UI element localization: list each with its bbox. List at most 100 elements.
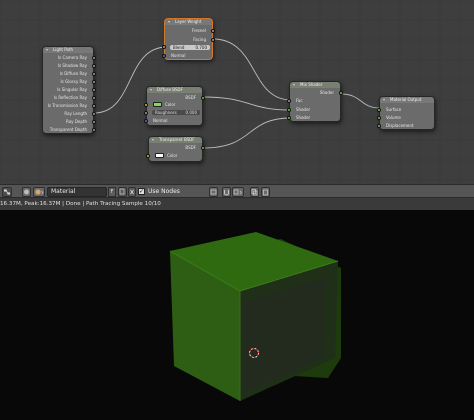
blend-value: 0.700 xyxy=(195,45,207,50)
magnet-icon xyxy=(224,190,229,196)
output-is-glossy-ray: Is Glossy Ray xyxy=(60,79,87,84)
mix-shader-header[interactable]: ▾ Mix Shader xyxy=(290,82,340,88)
material-browse-button[interactable] xyxy=(33,187,45,197)
transparent-bsdf-node[interactable]: ▾ Transparent BSDF BSDF Color xyxy=(146,136,205,162)
header-expand-toggle[interactable] xyxy=(14,187,19,197)
paste-nodes-button[interactable] xyxy=(261,187,270,197)
socket-is-camera-ray[interactable] xyxy=(92,56,96,60)
socket-ray-length[interactable] xyxy=(92,112,96,116)
socket-is-singular-ray[interactable] xyxy=(92,88,96,92)
socket-transparent-color-input[interactable] xyxy=(146,154,150,158)
material-output-node[interactable]: ▾ Material Output Surface Volume Displac… xyxy=(377,96,435,130)
transparent-bsdf-header[interactable]: ▾ Transparent BSDF xyxy=(149,137,202,143)
output-is-transmission-ray: Is Transmission Ray xyxy=(47,103,87,108)
use-nodes-checkbox[interactable]: ✓ xyxy=(138,188,145,195)
mix-shader-title: Mix Shader xyxy=(300,82,323,87)
fake-user-button[interactable]: F xyxy=(108,187,116,197)
socket-facing[interactable] xyxy=(211,38,215,42)
diffuse-bsdf-node[interactable]: ▾ Diffuse BSDF BSDF Color Roughness 0.00… xyxy=(144,86,205,126)
roughness-label: Roughness xyxy=(155,110,177,115)
output-is-shadow-ray: Is Shadow Ray xyxy=(57,63,87,68)
material-sphere-icon xyxy=(35,189,44,195)
socket-diffuse-color-input[interactable] xyxy=(144,103,148,107)
socket-is-shadow-ray[interactable] xyxy=(92,64,96,68)
use-nodes-label: Use Nodes xyxy=(148,188,180,195)
input-fac: Fac xyxy=(296,98,303,103)
socket-mix-shader-output[interactable] xyxy=(339,91,343,95)
collapse-arrow-icon[interactable]: ▾ xyxy=(150,87,152,93)
node-editor-icon xyxy=(4,189,10,195)
editor-type-menu[interactable] xyxy=(2,187,12,197)
socket-fresnel[interactable] xyxy=(211,29,215,33)
blend-field[interactable]: Blend 0.700 xyxy=(170,45,210,50)
shader-type-button[interactable] xyxy=(22,187,31,197)
material-name-field[interactable]: Material xyxy=(47,187,107,197)
output-ray-length: Ray Length xyxy=(64,111,87,116)
transparent-bsdf-title: Transparent BSDF xyxy=(159,137,195,142)
copy-nodes-button[interactable] xyxy=(250,187,259,197)
mix-shader-node[interactable]: ▾ Mix Shader Shader Fac Shader Shader xyxy=(287,81,343,122)
layer-weight-title: Layer Weight xyxy=(175,19,202,24)
render-status-bar: 16.37M, Peak:16.37M | Done | Path Tracin… xyxy=(0,198,474,210)
snap-type-menu[interactable] xyxy=(232,187,244,197)
socket-surface-input[interactable] xyxy=(377,108,381,112)
socket-fac-input[interactable] xyxy=(287,99,291,103)
input-normal: Normal xyxy=(171,53,186,58)
layer-weight-node[interactable]: ▾ Layer Weight Fresnel Facing Blend 0.70… xyxy=(162,18,215,60)
collapse-arrow-icon[interactable]: ▾ xyxy=(152,137,154,143)
output-is-singular-ray: Is Singular Ray xyxy=(57,87,87,92)
socket-is-glossy-ray[interactable] xyxy=(92,80,96,84)
close-icon xyxy=(130,189,134,195)
collapse-arrow-icon[interactable]: ▾ xyxy=(383,97,385,103)
output-transparent-bsdf: BSDF xyxy=(185,145,196,150)
input-surface: Surface xyxy=(386,107,402,112)
input-volume: Volume xyxy=(386,115,401,120)
light-path-node[interactable]: ▾ Light Path Is Camera Ray Is Shadow Ray… xyxy=(42,46,96,134)
socket-transparent-bsdf-output[interactable] xyxy=(201,146,205,150)
output-fresnel: Fresnel xyxy=(191,28,206,33)
output-is-camera-ray: Is Camera Ray xyxy=(57,55,87,60)
output-bsdf: BSDF xyxy=(185,95,196,100)
socket-is-reflection-ray[interactable] xyxy=(92,96,96,100)
diffuse-bsdf-header[interactable]: ▾ Diffuse BSDF xyxy=(147,87,202,93)
collapse-arrow-icon[interactable]: ▾ xyxy=(293,82,295,88)
socket-volume-input[interactable] xyxy=(377,116,381,120)
socket-displacement-input[interactable] xyxy=(377,124,381,128)
socket-shader-2-input[interactable] xyxy=(287,116,291,120)
light-path-title: Light Path xyxy=(53,47,74,52)
socket-roughness-input[interactable] xyxy=(144,111,148,115)
socket-shader-1-input[interactable] xyxy=(287,108,291,112)
socket-blend-input[interactable] xyxy=(162,45,166,49)
socket-diffuse-normal-input[interactable] xyxy=(144,119,148,123)
collapse-arrow-icon[interactable]: ▾ xyxy=(46,47,48,53)
diffuse-color-swatch[interactable] xyxy=(153,102,162,107)
unlink-material-button[interactable] xyxy=(128,187,136,197)
roughness-field[interactable]: Roughness 0.000 xyxy=(152,110,200,115)
paste-icon xyxy=(263,189,268,196)
socket-ray-depth[interactable] xyxy=(92,120,96,124)
transparent-color-swatch[interactable] xyxy=(155,153,164,158)
output-facing: Facing xyxy=(193,37,206,42)
socket-diffuse-bsdf-output[interactable] xyxy=(201,96,205,100)
collapse-arrow-icon[interactable]: ▾ xyxy=(168,19,170,25)
socket-transparent-depth[interactable] xyxy=(92,128,96,132)
output-shader: Shader xyxy=(319,90,334,95)
socket-is-transmission-ray[interactable] xyxy=(92,104,96,108)
node-editor[interactable]: ▾ Light Path Is Camera Ray Is Shadow Ray… xyxy=(0,0,474,184)
render-viewport[interactable] xyxy=(0,210,474,420)
snap-toggle[interactable] xyxy=(222,187,231,197)
socket-normal-input[interactable] xyxy=(162,54,166,58)
diffuse-color-label: Color xyxy=(165,102,176,107)
layer-weight-header[interactable]: ▾ Layer Weight xyxy=(165,19,212,25)
roughness-value: 0.000 xyxy=(185,110,197,115)
new-material-button[interactable] xyxy=(118,187,127,197)
light-path-header[interactable]: ▾ Light Path xyxy=(43,47,93,53)
material-output-header[interactable]: ▾ Material Output xyxy=(380,97,434,103)
backdrop-toggle[interactable] xyxy=(209,187,218,197)
node-editor-header: Material F ✓ Use Nodes xyxy=(0,184,474,198)
image-icon xyxy=(210,189,217,195)
output-is-diffuse-ray: Is Diffuse Ray xyxy=(59,71,87,76)
diffuse-bsdf-title: Diffuse BSDF xyxy=(157,87,183,92)
output-transparent-depth: Transparent Depth xyxy=(49,127,87,132)
socket-is-diffuse-ray[interactable] xyxy=(92,72,96,76)
